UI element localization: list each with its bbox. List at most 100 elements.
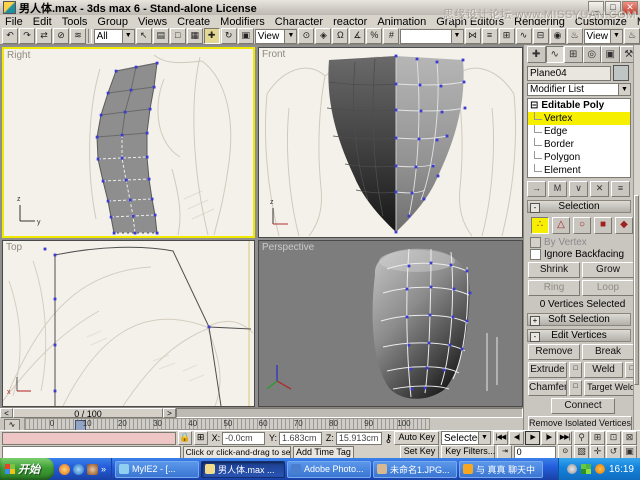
vertex-mode-icon[interactable]: ∴ — [531, 217, 549, 234]
stack-subobject-item[interactable]: Edge — [528, 125, 630, 138]
selection-filter-dropdown[interactable]: All ▼ — [93, 28, 135, 44]
select-move-icon[interactable]: ✚ — [203, 28, 220, 44]
object-color-swatch[interactable] — [613, 65, 629, 81]
by-vertex-checkbox-row[interactable]: By Vertex — [530, 236, 638, 248]
x-coordinate-field[interactable]: -0.0cm — [222, 431, 266, 445]
menu-item[interactable]: reactor — [328, 16, 372, 28]
grow-button[interactable]: Grow — [582, 262, 634, 278]
weld-button[interactable]: Weld — [584, 362, 623, 378]
checkbox[interactable] — [530, 236, 541, 248]
zoom-extents-all-icon[interactable]: ⊠ — [622, 431, 638, 445]
stack-root-item[interactable]: ⊟ Editable Poly — [528, 99, 630, 112]
ignore-backfacing-checkbox-row[interactable]: Ignore Backfacing — [530, 248, 638, 260]
pan-icon[interactable]: ✛ — [590, 445, 605, 459]
menu-item[interactable]: Animation — [372, 16, 431, 28]
taskbar-item[interactable]: Adobe Photo... — [287, 460, 372, 478]
soft-selection-rollout-header[interactable]: + Soft Selection — [527, 313, 631, 326]
zoom-all-icon[interactable]: ⊞ — [590, 431, 606, 445]
quick-launch-icon[interactable] — [87, 463, 98, 475]
object-name-field[interactable]: Plane04 — [527, 65, 611, 81]
key-mode-toggle-icon[interactable]: ⇥ — [497, 445, 512, 459]
zoom-extents-icon[interactable]: ⊡ — [606, 431, 622, 445]
absolute-mode-icon[interactable]: ⊞ — [193, 431, 208, 445]
key-selected-dropdown[interactable]: Selected ▼ — [441, 431, 492, 445]
mirror-icon[interactable]: ⋈ — [464, 28, 481, 44]
show-end-result-button[interactable]: M — [548, 181, 567, 197]
modifier-list-dropdown[interactable]: Modifier List ▼ — [527, 83, 631, 96]
edge-mode-icon[interactable]: △ — [552, 217, 570, 234]
arc-rotate-icon[interactable]: ↺ — [606, 445, 621, 459]
stack-subobject-item[interactable]: Element — [528, 164, 630, 177]
quick-launch-more-icon[interactable]: » — [101, 464, 106, 474]
menu-item[interactable]: File — [0, 16, 28, 28]
goto-end-button[interactable]: ▶▶| — [557, 431, 573, 445]
layer-manager-icon[interactable]: ⊞ — [498, 28, 515, 44]
tab-motion[interactable]: ◎ — [582, 46, 601, 63]
tray-qq-icon[interactable] — [594, 464, 605, 474]
select-by-name-icon[interactable]: ▤ — [152, 28, 169, 44]
selection-rollout-header[interactable]: - Selection — [527, 200, 631, 213]
time-slider-prev-button[interactable]: < — [0, 408, 13, 418]
goto-start-button[interactable]: |◀◀ — [493, 431, 509, 445]
quick-launch-icon[interactable] — [73, 463, 84, 475]
collapse-icon[interactable]: ⊟ — [530, 100, 538, 111]
unlink-icon[interactable]: ⊘ — [53, 28, 69, 44]
zoom-icon[interactable]: ⚲ — [574, 431, 590, 445]
panel-scrollbar[interactable] — [633, 45, 640, 430]
shrink-button[interactable]: Shrink — [528, 262, 580, 278]
align-icon[interactable]: ≡ — [481, 28, 498, 44]
prev-frame-button[interactable]: ◀| — [509, 431, 525, 445]
stack-subobject-item[interactable]: Border — [528, 138, 630, 151]
select-link-icon[interactable]: ⇄ — [36, 28, 52, 44]
taskbar-item[interactable]: 与 真真 聊天中 — [459, 460, 544, 478]
stack-subobject-item[interactable]: Vertex — [528, 112, 630, 125]
render-type-dropdown[interactable]: View ▼ — [583, 28, 623, 44]
time-slider-track[interactable] — [176, 408, 523, 418]
use-pivot-icon[interactable]: ⊙ — [298, 28, 315, 44]
connect-button[interactable]: Connect — [551, 398, 615, 414]
maxscript-listener-input[interactable] — [2, 445, 181, 459]
taskbar-item[interactable]: 未命名1.JPG... — [373, 460, 458, 478]
schematic-view-icon[interactable]: ⊟ — [532, 28, 549, 44]
tray-app-icon[interactable] — [580, 464, 591, 474]
bind-spacewarp-icon[interactable]: ≋ — [70, 28, 86, 44]
break-button[interactable]: Break — [582, 344, 634, 360]
time-slider-next-button[interactable]: > — [163, 408, 176, 418]
select-scale-icon[interactable]: ▣ — [237, 28, 254, 44]
menu-item[interactable]: Create — [172, 16, 215, 28]
quick-launch-icon[interactable] — [59, 463, 70, 475]
polygon-mode-icon[interactable]: ■ — [594, 217, 612, 234]
viewport-right[interactable]: Right z y — [2, 47, 255, 238]
region-zoom-icon[interactable]: ▧ — [574, 445, 589, 459]
play-button[interactable]: ▶ — [525, 431, 541, 445]
pin-stack-button[interactable]: → — [527, 181, 546, 197]
menu-item[interactable]: Modifiers — [215, 16, 270, 28]
selection-lock-icon[interactable]: 🔒 — [177, 431, 192, 445]
menu-item[interactable]: Tools — [57, 16, 93, 28]
viewport-label[interactable]: Right — [7, 50, 30, 61]
angle-snap-icon[interactable]: ∡ — [349, 28, 366, 44]
tray-volume-icon[interactable] — [566, 464, 577, 474]
start-button[interactable]: 开始 — [0, 458, 54, 480]
target-weld-button[interactable]: Target Weld — [584, 380, 638, 396]
menu-item[interactable]: Views — [133, 16, 172, 28]
window-crossing-icon[interactable]: ▦ — [186, 28, 203, 44]
tab-hierarchy[interactable]: ⊞ — [564, 46, 583, 63]
element-mode-icon[interactable]: ◆ — [615, 217, 633, 234]
viewport-top[interactable]: Top x — [2, 240, 255, 407]
scrollbar-thumb[interactable] — [634, 195, 639, 385]
percent-snap-icon[interactable]: % — [366, 28, 383, 44]
edit-vertices-rollout-header[interactable]: - Edit Vertices — [527, 329, 631, 342]
make-unique-button[interactable]: ∨ — [569, 181, 588, 197]
menu-item[interactable]: Edit — [28, 16, 57, 28]
redo-icon[interactable]: ↷ — [19, 28, 35, 44]
maxscript-listener-field[interactable] — [2, 431, 176, 445]
material-editor-icon[interactable]: ◉ — [549, 28, 566, 44]
named-selection-dropdown[interactable]: ▼ — [400, 28, 464, 44]
menu-item[interactable]: Character — [270, 16, 328, 28]
key-filters-button[interactable]: Key Filters... — [441, 445, 495, 459]
tab-display[interactable]: ▣ — [601, 46, 620, 63]
time-config-icon[interactable]: ⊙ — [557, 445, 572, 459]
extrude-button[interactable]: Extrude — [528, 362, 567, 378]
time-slider-handle[interactable]: 0 / 100 — [13, 408, 163, 419]
